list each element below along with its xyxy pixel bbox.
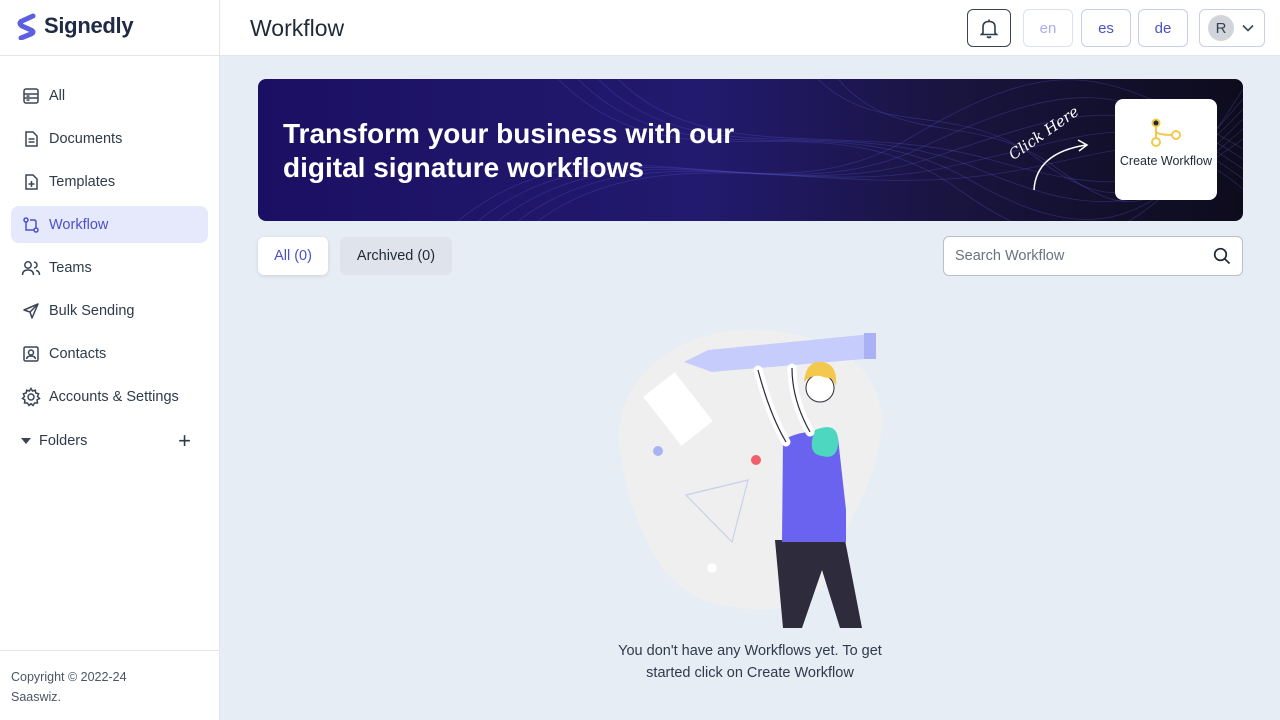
sidebar-item-label: Templates — [49, 173, 116, 190]
promo-banner: Transform your business with our digital… — [258, 79, 1243, 221]
empty-state-illustration — [619, 329, 882, 628]
tab-all[interactable]: All (0) — [258, 237, 328, 275]
sidebar-divider — [0, 55, 220, 56]
logo[interactable]: Signedly — [14, 12, 134, 40]
search-box — [943, 236, 1243, 276]
gear-icon — [21, 386, 41, 407]
sidebar-item-label: Contacts — [49, 345, 107, 362]
app-name: Signedly — [44, 13, 134, 38]
avatar: R — [1208, 15, 1234, 41]
sidebar-item-label: All — [49, 87, 66, 104]
create-workflow-label: Create Workflow — [1119, 154, 1213, 168]
bell-icon — [979, 19, 999, 39]
user-menu-button[interactable]: R — [1199, 9, 1265, 47]
sidebar-item-label: Documents — [49, 130, 123, 147]
sidebar-item-accounts-settings[interactable]: Accounts & Settings — [11, 378, 208, 415]
template-icon — [21, 172, 41, 192]
dashboard-icon — [21, 86, 41, 106]
sidebar-item-templates[interactable]: Templates — [11, 163, 208, 200]
language-es-button[interactable]: es — [1081, 9, 1131, 47]
signedly-logo-icon — [17, 13, 36, 40]
users-icon — [21, 258, 41, 278]
language-en-button[interactable]: en — [1023, 9, 1073, 47]
sidebar-item-label: Teams — [49, 259, 92, 276]
create-workflow-button[interactable]: Create Workflow — [1115, 99, 1217, 200]
workflow-nodes-icon — [1151, 118, 1181, 147]
send-icon — [21, 301, 41, 321]
sidebar-item-label: Accounts & Settings — [49, 388, 179, 405]
sidebar-item-documents[interactable]: Documents — [11, 120, 208, 157]
banner-title: Transform your business with our digital… — [283, 118, 735, 183]
footer-divider — [0, 650, 220, 651]
document-icon — [21, 129, 41, 149]
folders-section: Folders + — [21, 430, 191, 452]
sidebar-item-teams[interactable]: Teams — [11, 249, 208, 286]
top-header: Workflow en es de R — [220, 0, 1280, 56]
sidebar-item-bulk-sending[interactable]: Bulk Sending — [11, 292, 208, 329]
search-icon[interactable] — [1213, 247, 1231, 265]
sidebar-item-label: Workflow — [49, 216, 109, 233]
sidebar-item-label: Bulk Sending — [49, 302, 135, 319]
folders-label[interactable]: Folders — [39, 433, 87, 449]
tab-archived[interactable]: Archived (0) — [340, 237, 452, 275]
contact-icon — [21, 344, 41, 364]
sidebar-item-workflow[interactable]: Workflow — [11, 206, 208, 243]
curved-arrow-icon — [1033, 139, 1089, 191]
sidebar-nav: All Documents Templates Workflow Teams B… — [11, 77, 208, 421]
language-de-button[interactable]: de — [1138, 9, 1188, 47]
search-input[interactable] — [944, 237, 1204, 275]
caret-down-icon[interactable] — [21, 438, 31, 444]
notifications-button[interactable] — [967, 9, 1011, 47]
sidebar-item-all[interactable]: All — [11, 77, 208, 114]
page-title: Workflow — [250, 15, 345, 41]
sidebar-item-contacts[interactable]: Contacts — [11, 335, 208, 372]
chevron-down-icon — [1242, 24, 1254, 32]
workflow-icon — [21, 215, 41, 235]
sidebar: Signedly All Documents Templates Workflo… — [0, 0, 220, 720]
copyright: Copyright © 2022-24 Saaswiz. — [11, 670, 127, 704]
empty-state-message: You don't have any Workflows yet. To get… — [618, 643, 882, 681]
add-folder-icon[interactable]: + — [178, 430, 191, 452]
